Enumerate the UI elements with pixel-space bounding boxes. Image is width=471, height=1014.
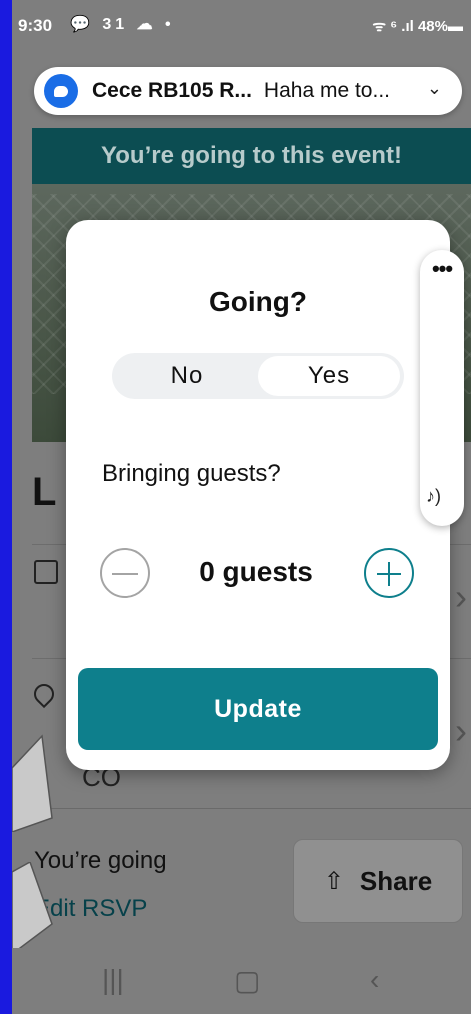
rsvp-modal: Going? No Yes Bringing guests? 0 guests …: [66, 220, 450, 770]
more-options-icon[interactable]: •••: [420, 256, 464, 282]
option-no[interactable]: No: [116, 353, 258, 399]
status-system-icons: ᯤ ⁶ .ıl 48%▬: [372, 18, 463, 35]
going-toggle[interactable]: No Yes: [112, 353, 404, 399]
audio-icon[interactable]: ♪): [426, 486, 441, 507]
chat-notification[interactable]: Cece RB105 R... Haha me to... ⌄: [34, 67, 462, 115]
chevron-down-icon[interactable]: ⌄: [427, 78, 442, 99]
guest-count: 0 guests: [199, 556, 313, 587]
modal-title: Going?: [209, 286, 307, 317]
share-button[interactable]: ⇧ Share: [293, 839, 463, 923]
share-icon: ⇧: [323, 867, 344, 895]
recent-apps-icon[interactable]: |||: [102, 964, 124, 996]
decrease-guests-button[interactable]: [100, 548, 150, 598]
chat-bubble-icon: [44, 74, 78, 108]
update-button[interactable]: Update: [78, 668, 438, 750]
guests-label: Bringing guests?: [102, 460, 281, 487]
status-time: 9:30: [18, 16, 53, 35]
calendar-icon: [34, 560, 58, 584]
home-icon[interactable]: ▢: [234, 964, 260, 997]
back-icon[interactable]: ‹: [370, 964, 379, 996]
notification-message: Haha me to...: [263, 79, 390, 102]
chevron-right-icon[interactable]: ›: [455, 576, 467, 618]
share-label: Share: [359, 865, 433, 896]
navigation-bar: ||| ▢ ‹: [12, 948, 471, 1014]
floating-side-panel[interactable]: ••• ♪): [420, 250, 464, 526]
location-pin-icon: [29, 679, 59, 709]
annotation-arrow-icon: [12, 862, 53, 954]
status-bar: 9:30 💬 31 ☁ • ᯤ ⁶ .ıl 48%▬: [12, 0, 471, 44]
status-notification-icons: 💬 31 ☁ •: [70, 16, 175, 33]
rsvp-bottom-bar: You’re going Edit RSVP ⇧ Share: [12, 808, 471, 948]
notification-sender: Cece RB105 R...: [92, 79, 252, 102]
event-heading: L: [32, 470, 57, 514]
phone-screen: 9:30 💬 31 ☁ • ᯤ ⁶ .ıl 48%▬ You’re going …: [12, 0, 471, 1014]
annotation-arrow-icon: [12, 734, 53, 832]
going-banner: You’re going to this event!: [32, 128, 471, 184]
increase-guests-button[interactable]: [364, 548, 414, 598]
option-yes[interactable]: Yes: [258, 356, 400, 396]
chevron-right-icon[interactable]: ›: [455, 710, 467, 752]
